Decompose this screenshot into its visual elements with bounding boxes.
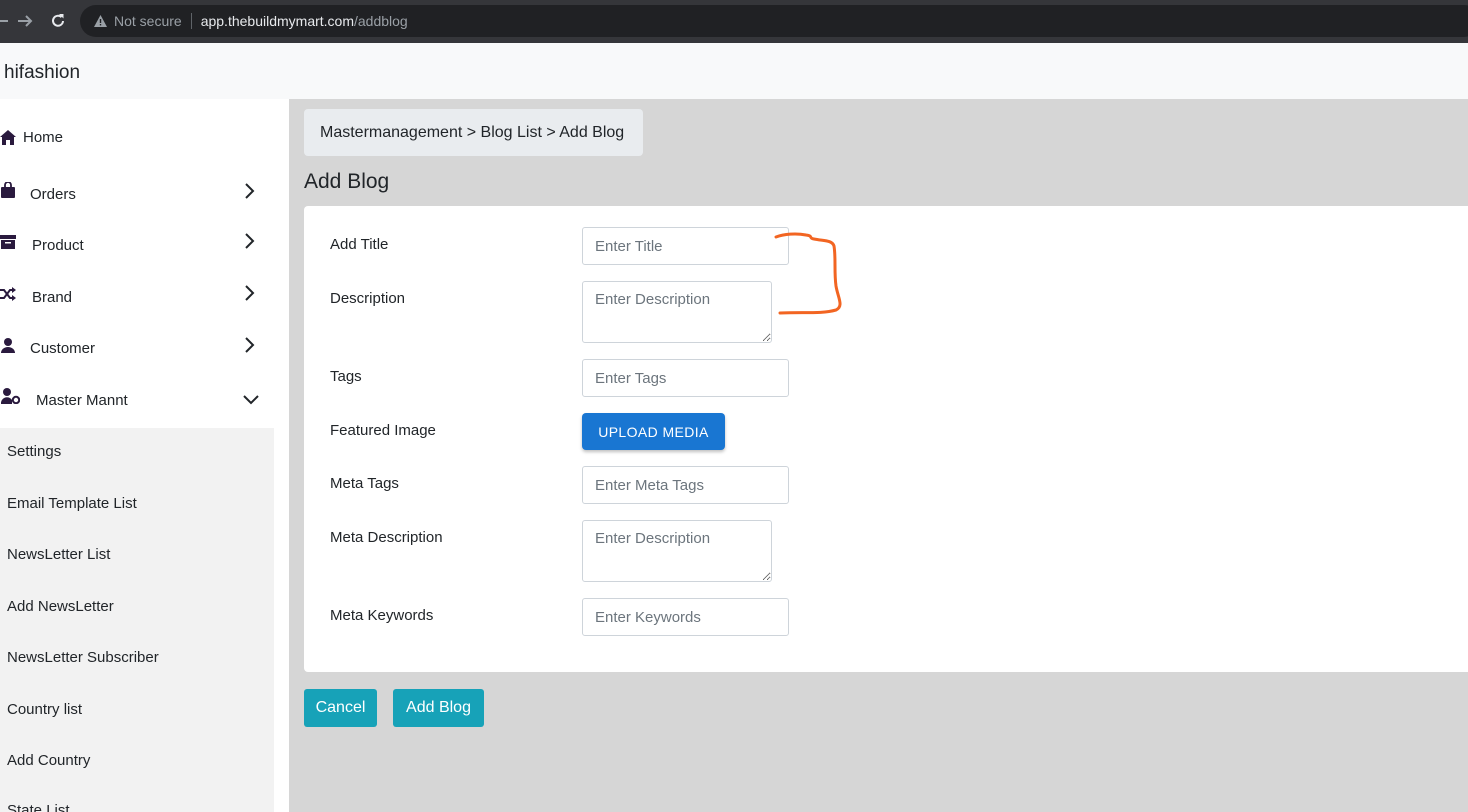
submenu-item-settings[interactable]: Settings	[7, 443, 61, 460]
submenu-item-email-template-list[interactable]: Email Template List	[7, 495, 137, 512]
chevron-right-icon[interactable]	[240, 284, 258, 302]
submenu-item-newsletter-list[interactable]: NewsLetter List	[7, 546, 110, 563]
address-divider	[190, 13, 192, 29]
sidebar: Home Orders Product Brand Customer Maste	[0, 99, 289, 812]
forward-arrow-icon[interactable]	[16, 8, 34, 34]
reload-icon[interactable]	[49, 8, 67, 34]
sidebar-item-product[interactable]: Product	[0, 225, 274, 265]
brand-name[interactable]: hifashion	[4, 62, 80, 84]
submenu-item-country-list[interactable]: Country list	[7, 701, 82, 718]
back-arrow-icon[interactable]	[0, 8, 8, 34]
chevron-right-icon[interactable]	[240, 182, 258, 200]
tags-label: Tags	[330, 368, 362, 385]
description-textarea[interactable]	[582, 281, 772, 343]
sidebar-item-brand[interactable]: Brand	[0, 277, 274, 317]
security-status[interactable]: Not secure	[114, 13, 182, 29]
featured-image-label: Featured Image	[330, 422, 436, 439]
shopping-bag-icon	[0, 182, 16, 198]
sidebar-gutter	[274, 99, 289, 812]
meta-tags-input[interactable]	[582, 466, 789, 504]
meta-keywords-label: Meta Keywords	[330, 607, 434, 624]
master-submenu: Settings Email Template List NewsLetter …	[0, 428, 274, 812]
title-label: Add Title	[330, 236, 389, 253]
title-input[interactable]	[582, 227, 789, 265]
meta-description-textarea[interactable]	[582, 520, 772, 582]
address-bar[interactable]: Not secure app.thebuildmymart.com /addbl…	[80, 5, 1468, 37]
sidebar-item-label: Master Mannt	[36, 391, 128, 409]
app-header: hifashion	[0, 43, 1468, 99]
sidebar-item-customer[interactable]: Customer	[0, 328, 274, 368]
chevron-right-icon[interactable]	[240, 336, 258, 354]
cancel-button[interactable]: Cancel	[304, 689, 377, 727]
upload-media-button[interactable]: UPLOAD MEDIA	[582, 413, 725, 450]
browser-toolbar: Not secure app.thebuildmymart.com /addbl…	[0, 0, 1468, 43]
meta-keywords-input[interactable]	[582, 598, 789, 636]
sidebar-item-orders[interactable]: Orders	[0, 174, 274, 214]
chevron-right-icon[interactable]	[240, 232, 258, 250]
user-gear-icon	[0, 388, 20, 404]
sidebar-item-label: Product	[32, 236, 84, 254]
meta-description-label: Meta Description	[330, 529, 443, 546]
sidebar-item-label: Customer	[30, 339, 96, 357]
sidebar-item-label: Brand	[32, 288, 73, 306]
url-host: app.thebuildmymart.com	[200, 13, 354, 29]
chevron-down-icon[interactable]	[242, 391, 260, 409]
tags-input[interactable]	[582, 359, 789, 397]
submenu-item-state-list[interactable]: State List	[7, 802, 70, 812]
warning-icon	[92, 13, 108, 29]
blog-form-card: Add Title Description Tags Featured Imag…	[304, 206, 1468, 672]
archive-box-icon	[0, 234, 16, 250]
submenu-item-add-country[interactable]: Add Country	[7, 752, 90, 769]
home-icon	[0, 129, 16, 145]
main-content: Mastermanagement > Blog List > Add Blog …	[289, 99, 1468, 812]
sidebar-item-label: Orders	[30, 185, 76, 203]
description-label: Description	[330, 290, 406, 307]
add-blog-button[interactable]: Add Blog	[393, 689, 484, 727]
sidebar-item-label: Home	[23, 128, 64, 146]
breadcrumb[interactable]: Mastermanagement > Blog List > Add Blog	[304, 109, 643, 156]
url-path: /addblog	[354, 13, 408, 29]
submenu-item-newsletter-subscriber[interactable]: NewsLetter Subscriber	[7, 649, 159, 666]
sidebar-item-master-mannt[interactable]: Master Mannt	[0, 380, 274, 420]
user-icon	[0, 337, 16, 353]
sidebar-item-home[interactable]: Home	[0, 117, 274, 157]
submenu-item-add-newsletter[interactable]: Add NewsLetter	[7, 598, 114, 615]
page-title: Add Blog	[304, 170, 390, 193]
meta-tags-label: Meta Tags	[330, 475, 399, 492]
shuffle-icon	[0, 286, 16, 302]
